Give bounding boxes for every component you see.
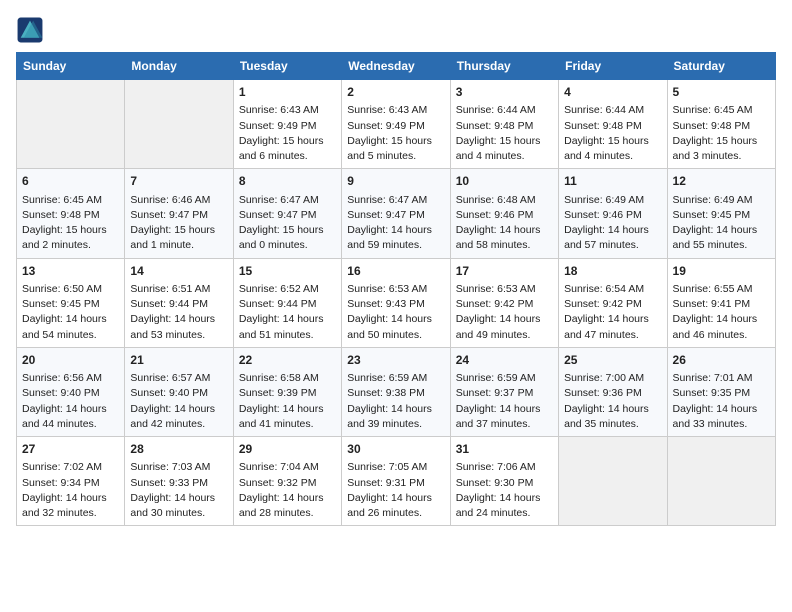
calendar-cell: 7Sunrise: 6:46 AMSunset: 9:47 PMDaylight… xyxy=(125,169,233,258)
calendar-week-row: 27Sunrise: 7:02 AMSunset: 9:34 PMDayligh… xyxy=(17,437,776,526)
calendar-cell xyxy=(667,437,775,526)
calendar-week-row: 6Sunrise: 6:45 AMSunset: 9:48 PMDaylight… xyxy=(17,169,776,258)
calendar-cell: 9Sunrise: 6:47 AMSunset: 9:47 PMDaylight… xyxy=(342,169,450,258)
day-number: 10 xyxy=(456,173,553,190)
calendar-cell: 2Sunrise: 6:43 AMSunset: 9:49 PMDaylight… xyxy=(342,80,450,169)
column-header-friday: Friday xyxy=(559,53,667,80)
calendar-cell: 11Sunrise: 6:49 AMSunset: 9:46 PMDayligh… xyxy=(559,169,667,258)
calendar-cell: 17Sunrise: 6:53 AMSunset: 9:42 PMDayligh… xyxy=(450,258,558,347)
day-number: 30 xyxy=(347,441,444,458)
calendar-cell: 26Sunrise: 7:01 AMSunset: 9:35 PMDayligh… xyxy=(667,347,775,436)
day-number: 11 xyxy=(564,173,661,190)
calendar-cell: 15Sunrise: 6:52 AMSunset: 9:44 PMDayligh… xyxy=(233,258,341,347)
day-number: 12 xyxy=(673,173,770,190)
calendar-cell: 8Sunrise: 6:47 AMSunset: 9:47 PMDaylight… xyxy=(233,169,341,258)
calendar-cell: 12Sunrise: 6:49 AMSunset: 9:45 PMDayligh… xyxy=(667,169,775,258)
page-header xyxy=(16,16,776,44)
calendar-cell: 13Sunrise: 6:50 AMSunset: 9:45 PMDayligh… xyxy=(17,258,125,347)
calendar-cell: 25Sunrise: 7:00 AMSunset: 9:36 PMDayligh… xyxy=(559,347,667,436)
day-number: 17 xyxy=(456,263,553,280)
column-header-tuesday: Tuesday xyxy=(233,53,341,80)
calendar-cell: 29Sunrise: 7:04 AMSunset: 9:32 PMDayligh… xyxy=(233,437,341,526)
day-number: 28 xyxy=(130,441,227,458)
day-number: 3 xyxy=(456,84,553,101)
day-number: 16 xyxy=(347,263,444,280)
calendar-cell: 6Sunrise: 6:45 AMSunset: 9:48 PMDaylight… xyxy=(17,169,125,258)
calendar-cell: 5Sunrise: 6:45 AMSunset: 9:48 PMDaylight… xyxy=(667,80,775,169)
calendar-cell xyxy=(125,80,233,169)
days-header-row: SundayMondayTuesdayWednesdayThursdayFrid… xyxy=(17,53,776,80)
calendar-cell: 18Sunrise: 6:54 AMSunset: 9:42 PMDayligh… xyxy=(559,258,667,347)
day-number: 25 xyxy=(564,352,661,369)
calendar-cell: 14Sunrise: 6:51 AMSunset: 9:44 PMDayligh… xyxy=(125,258,233,347)
calendar-week-row: 20Sunrise: 6:56 AMSunset: 9:40 PMDayligh… xyxy=(17,347,776,436)
calendar-cell xyxy=(559,437,667,526)
calendar-table: SundayMondayTuesdayWednesdayThursdayFrid… xyxy=(16,52,776,526)
calendar-cell: 20Sunrise: 6:56 AMSunset: 9:40 PMDayligh… xyxy=(17,347,125,436)
day-number: 8 xyxy=(239,173,336,190)
day-number: 22 xyxy=(239,352,336,369)
calendar-cell: 24Sunrise: 6:59 AMSunset: 9:37 PMDayligh… xyxy=(450,347,558,436)
day-number: 18 xyxy=(564,263,661,280)
day-number: 31 xyxy=(456,441,553,458)
calendar-cell: 27Sunrise: 7:02 AMSunset: 9:34 PMDayligh… xyxy=(17,437,125,526)
day-number: 24 xyxy=(456,352,553,369)
calendar-cell: 22Sunrise: 6:58 AMSunset: 9:39 PMDayligh… xyxy=(233,347,341,436)
calendar-cell: 3Sunrise: 6:44 AMSunset: 9:48 PMDaylight… xyxy=(450,80,558,169)
calendar-cell: 19Sunrise: 6:55 AMSunset: 9:41 PMDayligh… xyxy=(667,258,775,347)
day-number: 13 xyxy=(22,263,119,280)
calendar-cell xyxy=(17,80,125,169)
column-header-thursday: Thursday xyxy=(450,53,558,80)
calendar-cell: 28Sunrise: 7:03 AMSunset: 9:33 PMDayligh… xyxy=(125,437,233,526)
day-number: 7 xyxy=(130,173,227,190)
day-number: 26 xyxy=(673,352,770,369)
logo-icon xyxy=(16,16,44,44)
column-header-sunday: Sunday xyxy=(17,53,125,80)
day-number: 20 xyxy=(22,352,119,369)
calendar-cell: 1Sunrise: 6:43 AMSunset: 9:49 PMDaylight… xyxy=(233,80,341,169)
day-number: 19 xyxy=(673,263,770,280)
day-number: 4 xyxy=(564,84,661,101)
column-header-monday: Monday xyxy=(125,53,233,80)
calendar-week-row: 13Sunrise: 6:50 AMSunset: 9:45 PMDayligh… xyxy=(17,258,776,347)
day-number: 15 xyxy=(239,263,336,280)
day-number: 27 xyxy=(22,441,119,458)
day-number: 6 xyxy=(22,173,119,190)
day-number: 9 xyxy=(347,173,444,190)
calendar-body: 1Sunrise: 6:43 AMSunset: 9:49 PMDaylight… xyxy=(17,80,776,526)
day-number: 1 xyxy=(239,84,336,101)
calendar-header: SundayMondayTuesdayWednesdayThursdayFrid… xyxy=(17,53,776,80)
column-header-wednesday: Wednesday xyxy=(342,53,450,80)
day-number: 14 xyxy=(130,263,227,280)
calendar-cell: 30Sunrise: 7:05 AMSunset: 9:31 PMDayligh… xyxy=(342,437,450,526)
column-header-saturday: Saturday xyxy=(667,53,775,80)
day-number: 23 xyxy=(347,352,444,369)
day-number: 29 xyxy=(239,441,336,458)
calendar-week-row: 1Sunrise: 6:43 AMSunset: 9:49 PMDaylight… xyxy=(17,80,776,169)
calendar-cell: 23Sunrise: 6:59 AMSunset: 9:38 PMDayligh… xyxy=(342,347,450,436)
calendar-cell: 4Sunrise: 6:44 AMSunset: 9:48 PMDaylight… xyxy=(559,80,667,169)
logo xyxy=(16,16,48,44)
calendar-cell: 10Sunrise: 6:48 AMSunset: 9:46 PMDayligh… xyxy=(450,169,558,258)
calendar-cell: 16Sunrise: 6:53 AMSunset: 9:43 PMDayligh… xyxy=(342,258,450,347)
day-number: 21 xyxy=(130,352,227,369)
calendar-cell: 21Sunrise: 6:57 AMSunset: 9:40 PMDayligh… xyxy=(125,347,233,436)
calendar-cell: 31Sunrise: 7:06 AMSunset: 9:30 PMDayligh… xyxy=(450,437,558,526)
day-number: 5 xyxy=(673,84,770,101)
day-number: 2 xyxy=(347,84,444,101)
